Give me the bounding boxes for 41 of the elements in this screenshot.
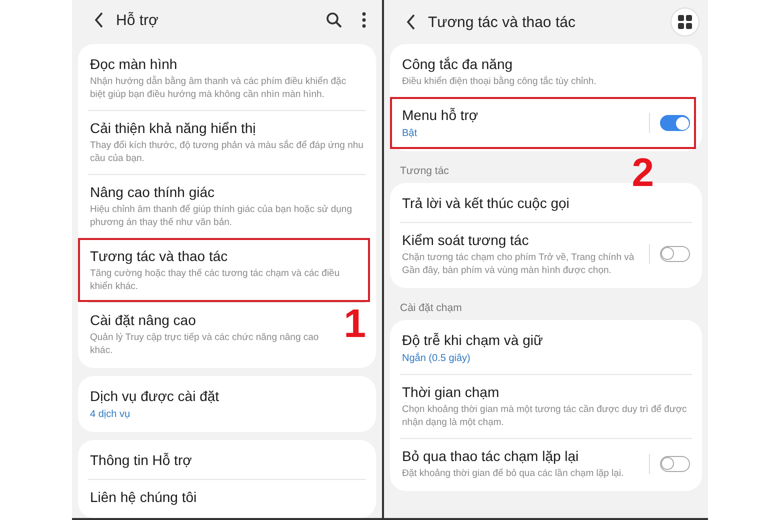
item-description: Quản lý Truy cập trực tiếp và các chức năng nâng cao khác. bbox=[90, 331, 320, 357]
item-description: Chặn tương tác chạm cho phím Trở về, Trang chính và Gần đây, bàn phím và vùng màn hình được chọn. bbox=[402, 251, 636, 277]
toggle-switch[interactable] bbox=[660, 115, 690, 131]
item-title[interactable]: Thông tin Hỗ trợ bbox=[90, 451, 364, 470]
item-description: Nhận hướng dẫn bằng âm thanh và các phím điều khiển đặc biệt giúp bạn điều hướng mà không cần nhìn màn hình. bbox=[90, 75, 348, 101]
toggle-switch[interactable] bbox=[660, 246, 690, 262]
item-description: Hiệu chỉnh âm thanh để giúp thính giác của bạn hoặc sử dụng phương án thay thế như văn bản. bbox=[90, 203, 353, 229]
item-title[interactable]: Cài đặt nâng cao bbox=[90, 311, 320, 330]
item-title[interactable]: Bỏ qua thao tác chạm lặp lại bbox=[402, 447, 641, 466]
search-icon[interactable] bbox=[326, 12, 342, 28]
section-header: Tương tác bbox=[400, 164, 449, 179]
item-title[interactable]: Kiểm soát tương tác bbox=[402, 231, 641, 250]
item-title[interactable]: Liên hệ chúng tôi bbox=[90, 488, 364, 507]
item-title[interactable]: Nâng cao thính giác bbox=[90, 183, 364, 202]
item-title[interactable]: Trả lời và kết thúc cuộc gọi bbox=[402, 194, 690, 213]
screen-title: Tương tác và thao tác bbox=[428, 14, 576, 30]
item-description: Đặt khoảng thời gian để bỏ qua các lần chạm lặp lại. bbox=[402, 467, 625, 480]
item-title[interactable]: Công tắc đa năng bbox=[402, 55, 690, 74]
item-description: Thay đổi kích thước, độ tương phản và màu sắc để đáp ứng nhu cầu của bạn. bbox=[90, 139, 364, 165]
back-icon[interactable] bbox=[94, 12, 104, 28]
item-description: Chọn khoảng thời gian mà một tương tác cần được duy trì để được nhận dạng là một chạm. bbox=[402, 403, 688, 429]
item-title[interactable]: Menu hỗ trợ bbox=[402, 106, 641, 125]
grid-icon[interactable] bbox=[670, 7, 700, 37]
item-title[interactable]: Dịch vụ được cài đặt bbox=[90, 387, 364, 406]
step-number: 2 bbox=[632, 153, 654, 193]
toggle-switch[interactable] bbox=[660, 456, 690, 472]
item-value: Bật bbox=[402, 127, 418, 140]
back-icon[interactable] bbox=[406, 14, 416, 30]
item-description: Điều khiển điện thoại bằng công tắc tùy chỉnh. bbox=[402, 75, 598, 88]
item-value: Ngắn (0.5 giây) bbox=[402, 352, 472, 365]
item-description: Tăng cường hoặc thay thế các tương tác chạm và các điều khiển khác. bbox=[90, 267, 341, 293]
step-number: 1 bbox=[344, 304, 366, 344]
item-title[interactable]: Độ trễ khi chạm và giữ bbox=[402, 331, 690, 350]
item-title[interactable]: Tương tác và thao tác bbox=[90, 247, 364, 266]
section-header: Cài đặt chạm bbox=[400, 301, 462, 316]
item-value: 4 dịch vụ bbox=[90, 408, 132, 421]
item-title[interactable]: Đọc màn hình bbox=[90, 55, 364, 74]
item-title[interactable]: Thời gian chạm bbox=[402, 383, 690, 402]
item-title[interactable]: Cải thiện khả năng hiển thị bbox=[90, 119, 364, 138]
screen-title: Hỗ trợ bbox=[116, 12, 158, 28]
more-icon[interactable] bbox=[362, 12, 366, 28]
